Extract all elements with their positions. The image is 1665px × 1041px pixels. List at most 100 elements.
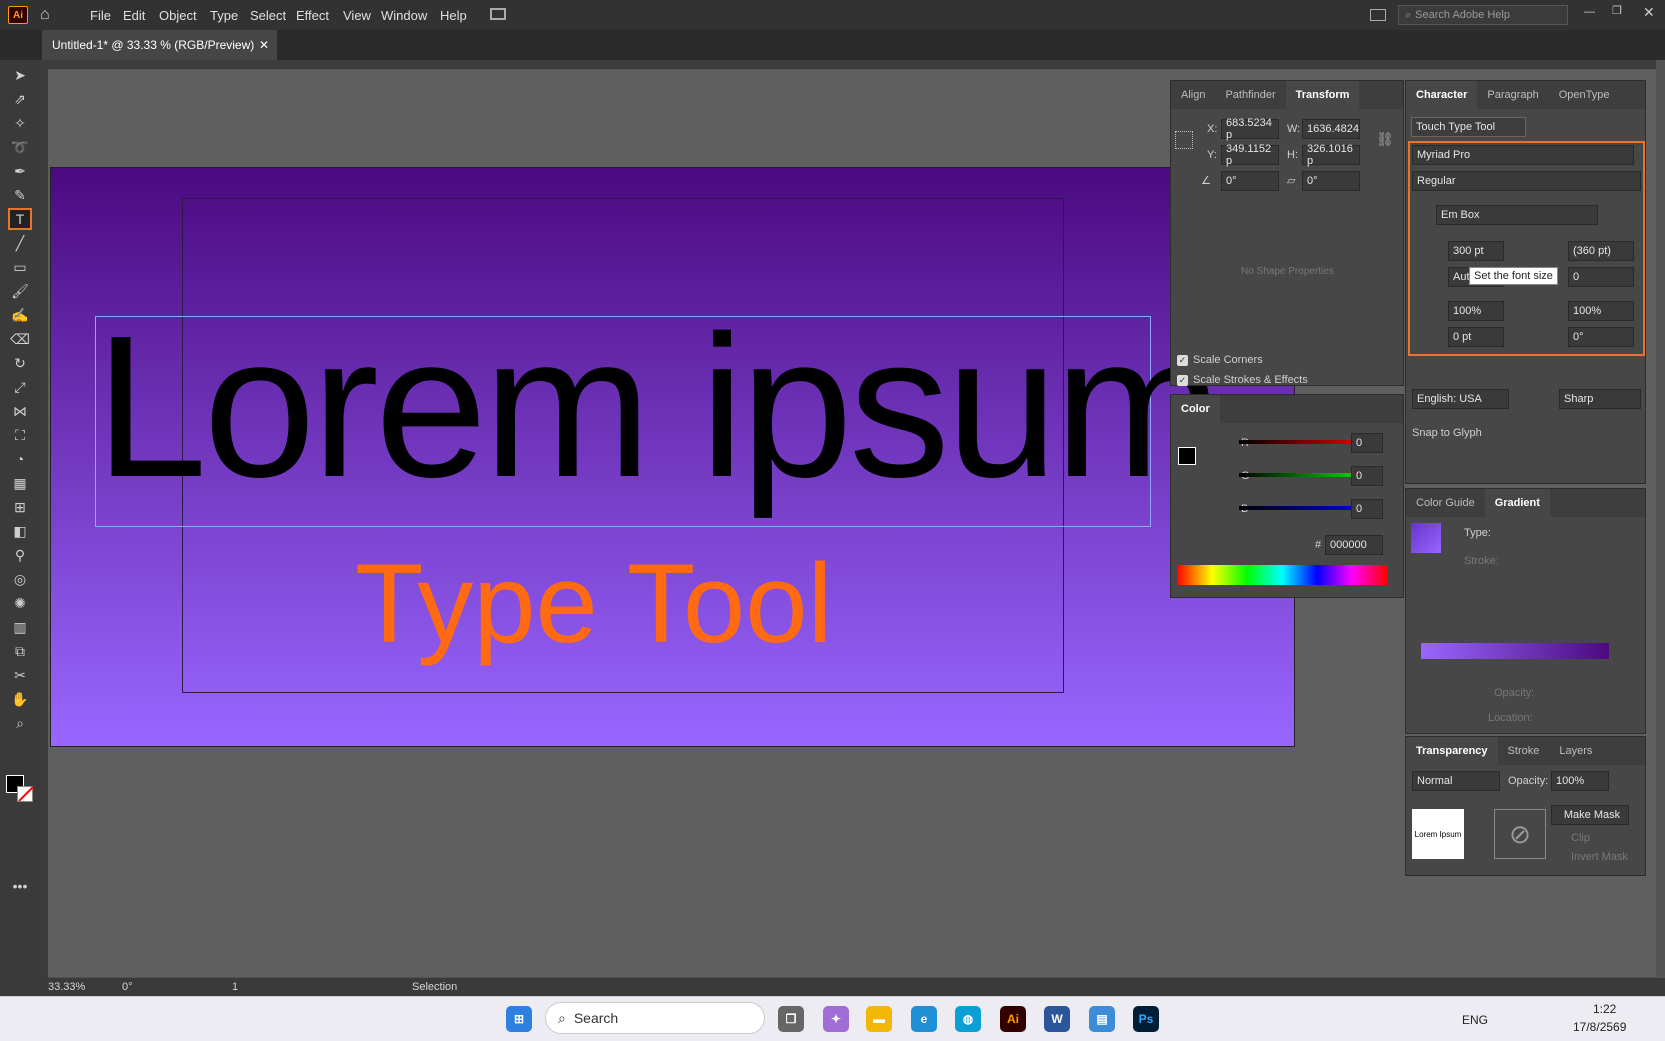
invert-mask-checkbox[interactable]: Invert Mask [1571,851,1628,863]
close-button[interactable]: ✕ [1643,4,1655,21]
copilot-icon[interactable]: ✦ [823,1006,849,1032]
tab-color[interactable]: Color [1171,395,1220,423]
workspace-switcher-icon[interactable] [490,8,506,20]
em-box-select[interactable]: Em Box [1436,205,1598,225]
shape-builder-icon[interactable]: ◔ [8,448,32,470]
stroke-swatch[interactable] [17,786,34,802]
pen-tool-icon[interactable]: ✒ [8,160,32,182]
type-tool-icon[interactable]: T [8,208,32,230]
tab-stroke[interactable]: Stroke [1498,745,1550,757]
language-indicator[interactable]: ENG [1462,1013,1488,1027]
magic-wand-icon[interactable]: ✧ [8,112,32,134]
zoom-level[interactable]: 33.33% [48,981,85,993]
shaper-tool-icon[interactable]: ✍ [8,304,32,326]
tab-gradient[interactable]: Gradient [1484,489,1550,517]
direct-selection-tool-icon[interactable]: ⇗ [8,88,32,110]
line-tool-icon[interactable]: ╱ [8,232,32,254]
tracking-field[interactable]: 0 [1568,267,1634,287]
tab-transform[interactable]: Transform [1285,81,1360,109]
scale-tool-icon[interactable]: ⤢ [8,376,32,398]
file-explorer-icon[interactable]: ▬ [866,1006,892,1032]
selection-tool-icon[interactable]: ➤ [8,64,32,86]
opacity-field[interactable]: 100% [1551,771,1609,791]
font-family-select[interactable]: Myriad Pro [1412,145,1634,165]
photoshop-icon[interactable]: Ps [1133,1006,1159,1032]
task-view-icon[interactable]: ❐ [778,1006,804,1032]
h-field[interactable]: 326.1016 p [1302,143,1360,167]
graph-tool-icon[interactable]: ▥ [8,616,32,638]
tab-align[interactable]: Align [1171,89,1215,101]
character-rotation-field[interactable]: 0° [1568,327,1634,347]
rotate-tool-icon[interactable]: ↻ [8,352,32,374]
language-select[interactable]: English: USA [1412,389,1509,409]
free-transform-icon[interactable]: ⛶ [8,424,32,446]
symbol-sprayer-icon[interactable]: ✺ [8,592,32,614]
color-fill-swatch[interactable] [1178,447,1196,465]
g-field[interactable]: 0 [1351,466,1383,486]
perspective-grid-icon[interactable]: ▦ [8,472,32,494]
app-icon[interactable]: ◍ [955,1006,981,1032]
word-icon[interactable]: W [1044,1006,1070,1032]
menu-type[interactable]: Type [210,8,238,23]
clock-date[interactable]: 17/8/2569 [1573,1020,1626,1034]
touch-type-tool-button[interactable]: Touch Type Tool [1411,117,1526,137]
hand-tool-icon[interactable]: ✋ [8,688,32,710]
w-field[interactable]: 1636.4824 [1302,119,1360,139]
shear-field[interactable]: 0° [1302,171,1360,191]
mesh-tool-icon[interactable]: ⊞ [8,496,32,518]
menu-object[interactable]: Object [159,8,197,23]
font-size-field[interactable]: 300 pt [1448,241,1504,261]
artboard-number[interactable]: 1 [232,981,238,993]
menu-edit[interactable]: Edit [123,8,145,23]
windows-start-icon[interactable]: ⊞ [506,1006,532,1032]
paintbrush-icon[interactable]: 🖌 [8,280,32,302]
edge-icon[interactable]: e [911,1006,937,1032]
gradient-tool-icon[interactable]: ◧ [8,520,32,542]
illustrator-taskbar-icon[interactable]: Ai [1000,1006,1026,1032]
document-tab[interactable]: Untitled-1* @ 33.33 % (RGB/Preview) ✕ [42,30,277,60]
y-field[interactable]: 349.1152 p [1221,143,1279,167]
tab-transparency[interactable]: Transparency [1406,737,1498,765]
hex-field[interactable]: 000000 [1325,535,1383,555]
taskbar-search[interactable]: ⌕ Search [545,1002,765,1034]
slice-tool-icon[interactable]: ✂ [8,664,32,686]
menu-file[interactable]: File [90,8,111,23]
rotate-field[interactable]: 0° [1221,171,1279,191]
tab-layers[interactable]: Layers [1549,745,1602,757]
rectangle-tool-icon[interactable]: ▭ [8,256,32,278]
x-field[interactable]: 683.5234 p [1221,117,1279,141]
menu-view[interactable]: View [343,8,371,23]
blend-mode-select[interactable]: Normal [1412,771,1500,791]
home-icon[interactable]: ⌂ [40,6,50,24]
gradient-slider[interactable] [1421,643,1609,659]
color-spectrum[interactable] [1177,565,1387,585]
baseline-shift-field[interactable]: 0 pt [1448,327,1504,347]
leading-field[interactable]: (360 pt) [1568,241,1634,261]
tab-opentype[interactable]: OpenType [1549,89,1620,101]
menu-select[interactable]: Select [250,8,286,23]
font-style-select[interactable]: Regular [1412,171,1641,191]
help-search-input[interactable]: ⌕ Search Adobe Help [1398,5,1568,25]
eraser-icon[interactable]: ⌫ [8,328,32,350]
width-tool-icon[interactable]: ⋈ [8,400,32,422]
clock-time[interactable]: 1:22 [1593,1002,1616,1016]
tab-paragraph[interactable]: Paragraph [1477,89,1548,101]
scale-strokes-checkbox[interactable]: ✓ Scale Strokes & Effects [1177,374,1308,386]
blend-tool-icon[interactable]: ◎ [8,568,32,590]
minimize-button[interactable]: — [1584,6,1595,18]
eyedropper-icon[interactable]: ⚲ [8,544,32,566]
scale-corners-checkbox[interactable]: ✓ Scale Corners [1177,354,1263,366]
more-tools-icon[interactable]: ••• [8,875,32,897]
close-tab-icon[interactable]: ✕ [259,38,269,52]
menu-window[interactable]: Window [381,8,427,23]
rotation-level[interactable]: 0° [122,981,133,993]
subhead-text[interactable]: Type Tool [355,548,832,660]
panel-toggle-icon[interactable] [1370,9,1386,21]
constrain-proportions-icon[interactable]: ⛓ [1376,131,1394,148]
curvature-tool-icon[interactable]: ✎ [8,184,32,206]
notepad-icon[interactable]: ▤ [1089,1006,1115,1032]
headline-text[interactable]: Lorem ipsum [95,305,1223,507]
lasso-icon[interactable]: ➰ [8,136,32,158]
b-field[interactable]: 0 [1351,499,1383,519]
make-mask-button[interactable]: Make Mask [1551,805,1629,825]
